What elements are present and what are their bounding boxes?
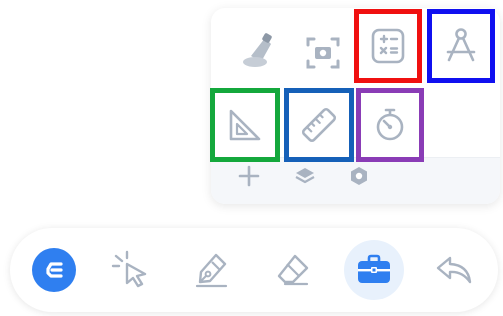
add-icon (238, 165, 260, 187)
calculator-icon (371, 28, 405, 64)
set-square-tool[interactable] (210, 88, 280, 162)
spotlight-tool[interactable] (231, 20, 291, 86)
ruler-tool[interactable] (284, 88, 354, 162)
stopwatch-icon (376, 108, 404, 141)
calculator-tool[interactable] (354, 9, 422, 83)
pen-button[interactable] (182, 240, 242, 300)
screenshot-tool[interactable] (293, 20, 353, 86)
select-pointer-icon (111, 250, 147, 288)
layers-button[interactable] (291, 162, 319, 190)
select-button[interactable] (101, 240, 161, 300)
pen-icon (195, 253, 228, 288)
spotlight-icon (243, 33, 272, 67)
eraser-button[interactable] (263, 240, 323, 300)
settings-button[interactable] (345, 162, 373, 190)
compass-icon (446, 28, 476, 62)
app-logo-button[interactable] (24, 240, 84, 300)
ruler-icon (301, 107, 337, 143)
undo-button[interactable] (424, 240, 484, 300)
eraser-icon (277, 254, 309, 286)
toolbox-icon (358, 254, 390, 283)
settings-hex-icon (351, 167, 367, 185)
screenshot-icon (306, 37, 340, 69)
undo-icon (436, 256, 472, 284)
layers-icon (295, 168, 315, 184)
toolbox-button[interactable] (344, 240, 404, 300)
app-logo-icon (32, 248, 76, 292)
add-button[interactable] (235, 162, 263, 190)
set-square-icon (229, 109, 261, 141)
compass-tool[interactable] (427, 9, 495, 83)
stopwatch-tool[interactable] (356, 88, 424, 162)
